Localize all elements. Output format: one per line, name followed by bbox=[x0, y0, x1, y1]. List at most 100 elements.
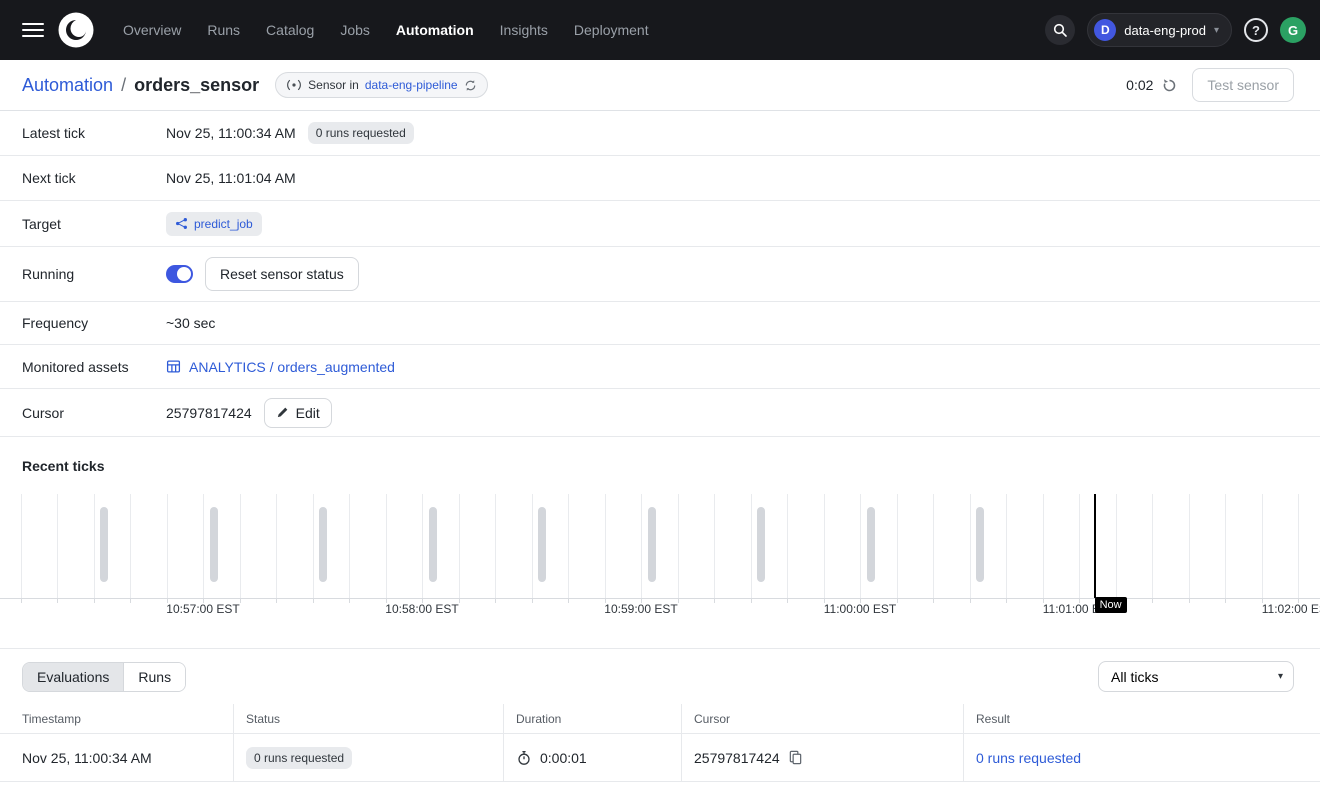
gridline bbox=[21, 494, 22, 598]
gridline bbox=[1006, 494, 1007, 598]
gridline bbox=[1116, 494, 1117, 598]
running-toggle[interactable] bbox=[166, 265, 193, 283]
tick-bar[interactable] bbox=[976, 507, 984, 582]
monitored-asset-link[interactable]: ANALYTICS / orders_augmented bbox=[166, 359, 395, 375]
copy-icon[interactable] bbox=[788, 750, 803, 765]
axis-tick bbox=[94, 599, 95, 603]
tick-bar[interactable] bbox=[429, 507, 437, 582]
tick-bar[interactable] bbox=[210, 507, 218, 582]
gridline bbox=[422, 494, 423, 598]
help-icon[interactable]: ? bbox=[1244, 18, 1268, 42]
sensor-repo-chip: Sensor in data-eng-pipeline bbox=[275, 72, 487, 98]
gridline bbox=[1225, 494, 1226, 598]
column-header-cursor: Cursor bbox=[682, 704, 964, 733]
gridline bbox=[678, 494, 679, 598]
ticks-filter-value: All ticks bbox=[1111, 669, 1158, 685]
gridline bbox=[860, 494, 861, 598]
edit-cursor-label: Edit bbox=[296, 405, 320, 421]
reset-sensor-status-button[interactable]: Reset sensor status bbox=[205, 257, 359, 291]
gridline bbox=[641, 494, 642, 598]
switch-repo-icon[interactable] bbox=[464, 79, 477, 92]
nav-item-jobs[interactable]: Jobs bbox=[327, 0, 383, 60]
gridline bbox=[94, 494, 95, 598]
nav-item-insights[interactable]: Insights bbox=[487, 0, 561, 60]
tick-bar[interactable] bbox=[648, 507, 656, 582]
test-sensor-button[interactable]: Test sensor bbox=[1192, 68, 1294, 102]
tick-bar[interactable] bbox=[319, 507, 327, 582]
gridline bbox=[568, 494, 569, 598]
nav-item-automation[interactable]: Automation bbox=[383, 0, 487, 60]
axis-label: 10:59:00 EST bbox=[604, 602, 677, 616]
cell-cursor: 25797817424 bbox=[682, 734, 964, 781]
nav-item-overview[interactable]: Overview bbox=[110, 0, 194, 60]
deployment-switcher[interactable]: D data-eng-prod ▾ bbox=[1087, 13, 1232, 47]
tab-evaluations[interactable]: Evaluations bbox=[23, 663, 123, 691]
chevron-down-icon: ▾ bbox=[1214, 25, 1219, 36]
deployment-badge: D bbox=[1094, 19, 1116, 41]
axis-label: 11:00:00 EST bbox=[824, 602, 897, 616]
pencil-icon bbox=[276, 406, 289, 419]
refresh-icon[interactable] bbox=[1162, 78, 1177, 93]
nav-item-deployment[interactable]: Deployment bbox=[561, 0, 662, 60]
axis-tick bbox=[1225, 599, 1226, 603]
edit-cursor-button[interactable]: Edit bbox=[264, 398, 332, 428]
user-avatar[interactable]: G bbox=[1280, 17, 1306, 43]
tick-bar[interactable] bbox=[757, 507, 765, 582]
menu-icon[interactable] bbox=[16, 16, 50, 44]
dagster-logo[interactable] bbox=[58, 12, 94, 48]
tick-bar[interactable] bbox=[538, 507, 546, 582]
gridline bbox=[1043, 494, 1044, 598]
latest-tick-value: Nov 25, 11:00:34 AM bbox=[166, 125, 296, 141]
latest-tick-status-badge: 0 runs requested bbox=[308, 122, 414, 144]
sensor-chip-prefix: Sensor in bbox=[308, 78, 359, 92]
nav-item-catalog[interactable]: Catalog bbox=[253, 0, 327, 60]
result-link[interactable]: 0 runs requested bbox=[976, 750, 1081, 766]
breadcrumb-automation-link[interactable]: Automation bbox=[22, 75, 113, 96]
tick-bar[interactable] bbox=[867, 507, 875, 582]
gridline bbox=[714, 494, 715, 598]
search-icon[interactable] bbox=[1045, 15, 1075, 45]
axis-tick bbox=[1189, 599, 1190, 603]
axis-tick bbox=[714, 599, 715, 603]
axis-tick bbox=[495, 599, 496, 603]
sensor-icon bbox=[286, 79, 302, 91]
evaluations-tabs: EvaluationsRuns bbox=[22, 662, 186, 692]
gridline bbox=[1262, 494, 1263, 598]
next-tick-value: Nov 25, 11:01:04 AM bbox=[166, 170, 296, 186]
repo-link[interactable]: data-eng-pipeline bbox=[365, 78, 458, 92]
running-label: Running bbox=[22, 266, 166, 282]
target-job-link[interactable]: predict_job bbox=[166, 212, 262, 236]
gridline bbox=[787, 494, 788, 598]
chevron-down-icon: ▾ bbox=[1278, 671, 1283, 682]
gridline bbox=[897, 494, 898, 598]
detail-row-monitored-assets: Monitored assets ANALYTICS / orders_augm… bbox=[0, 345, 1320, 389]
column-header-status: Status bbox=[234, 704, 504, 733]
gridline bbox=[313, 494, 314, 598]
ticks-filter-select[interactable]: All ticks ▾ bbox=[1098, 661, 1294, 692]
gridline bbox=[386, 494, 387, 598]
evaluations-toolbar: EvaluationsRuns All ticks ▾ bbox=[0, 648, 1320, 704]
axis-label: 10:58:00 EST bbox=[385, 602, 458, 616]
detail-row-next-tick: Next tick Nov 25, 11:01:04 AM bbox=[0, 156, 1320, 201]
axis-tick bbox=[568, 599, 569, 603]
tick-bar[interactable] bbox=[100, 507, 108, 582]
navbar-right: D data-eng-prod ▾ ? G bbox=[1045, 13, 1306, 47]
axis-tick bbox=[1006, 599, 1007, 603]
recent-ticks-heading: Recent ticks bbox=[0, 437, 1320, 494]
table-icon bbox=[166, 359, 181, 374]
gridline bbox=[167, 494, 168, 598]
gridline bbox=[970, 494, 971, 598]
now-marker-line bbox=[1094, 494, 1096, 598]
gridline bbox=[824, 494, 825, 598]
gridline bbox=[240, 494, 241, 598]
nav-item-runs[interactable]: Runs bbox=[194, 0, 253, 60]
axis-tick bbox=[970, 599, 971, 603]
column-header-result: Result bbox=[964, 704, 1320, 733]
detail-row-running: Running Reset sensor status bbox=[0, 247, 1320, 302]
cursor-cell-value: 25797817424 bbox=[694, 750, 780, 766]
table-row[interactable]: Nov 25, 11:00:34 AM0 runs requested0:00:… bbox=[0, 734, 1320, 782]
cell-result: 0 runs requested bbox=[964, 734, 1320, 781]
gridline bbox=[1189, 494, 1190, 598]
tab-runs[interactable]: Runs bbox=[123, 663, 185, 691]
evaluations-table-body: Nov 25, 11:00:34 AM0 runs requested0:00:… bbox=[0, 734, 1320, 782]
